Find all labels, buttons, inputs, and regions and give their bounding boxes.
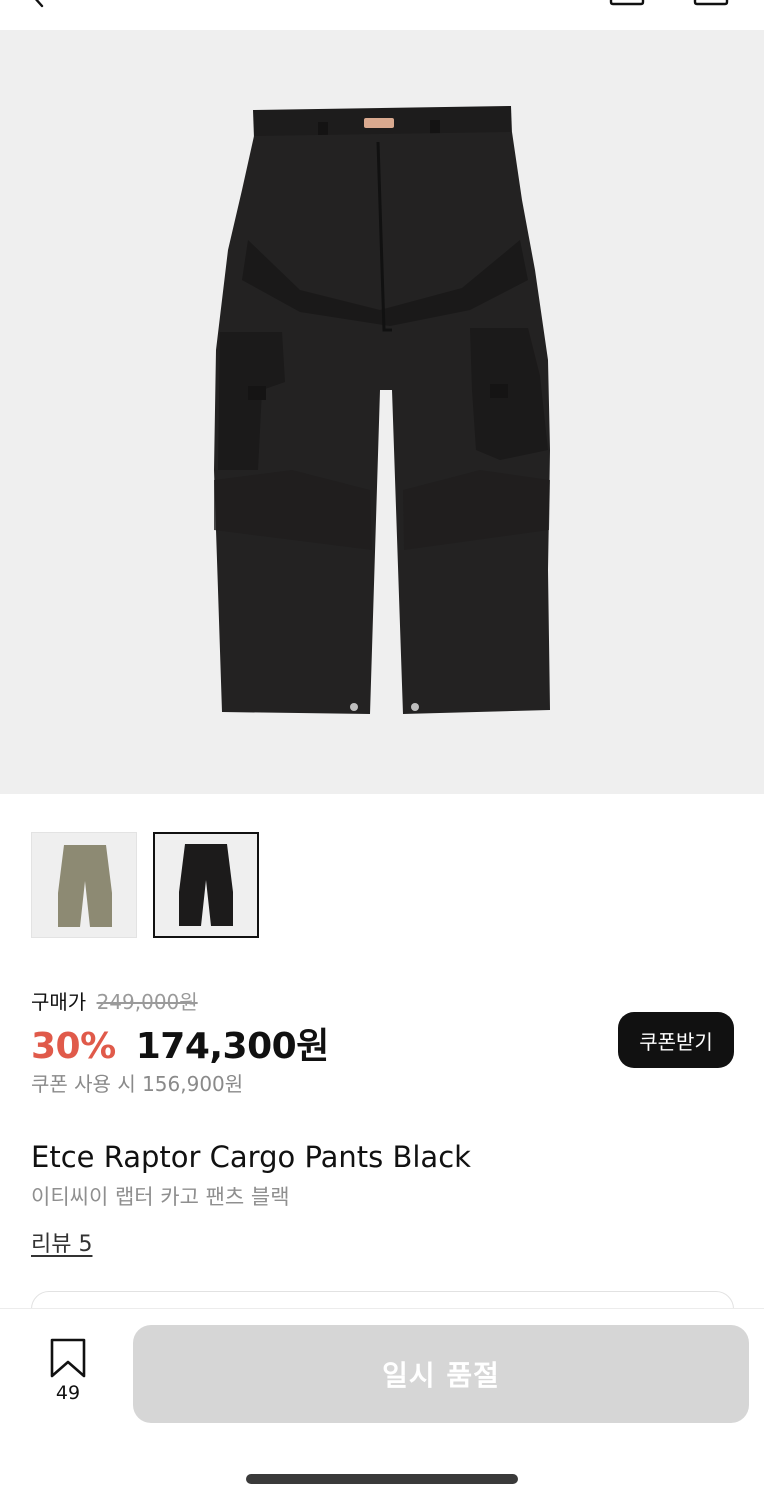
brand-label-patch	[364, 118, 394, 128]
back-chevron-icon[interactable]	[28, 0, 50, 8]
home-indicator	[246, 1474, 518, 1484]
review-link[interactable]: 리뷰 5	[31, 1226, 92, 1258]
color-thumbnails	[31, 832, 259, 938]
get-coupon-button[interactable]: 쿠폰받기	[618, 1012, 734, 1068]
cart-icon[interactable]	[693, 0, 729, 6]
sale-price: 174,300원	[135, 1026, 330, 1067]
original-price: 249,000원	[96, 990, 198, 1014]
thumbnail-black[interactable]	[153, 832, 259, 938]
sale-price-row: 30% 174,300원	[31, 1017, 329, 1069]
product-name-korean: 이티씨이 랩터 카고 팬츠 블랙	[31, 1185, 290, 1209]
product-main-image[interactable]	[0, 30, 764, 794]
product-name-english: Etce Raptor Cargo Pants Black	[31, 1140, 471, 1174]
pants-illustration	[214, 106, 550, 714]
bookmark-count: 49	[55, 1382, 81, 1404]
bookmark-icon	[50, 1338, 86, 1378]
thumbnail-khaki[interactable]	[31, 832, 137, 938]
bookmark-button[interactable]: 49	[46, 1338, 90, 1408]
price-label: 구매가	[31, 990, 87, 1014]
sold-out-button[interactable]: 일시 품절	[133, 1325, 749, 1423]
discount-rate: 30%	[31, 1026, 116, 1067]
top-bar	[0, 0, 764, 30]
price-label-row: 구매가 249,000원	[31, 986, 198, 1015]
share-icon[interactable]	[608, 0, 646, 6]
coupon-price: 쿠폰 사용 시 156,900원	[31, 1072, 244, 1096]
